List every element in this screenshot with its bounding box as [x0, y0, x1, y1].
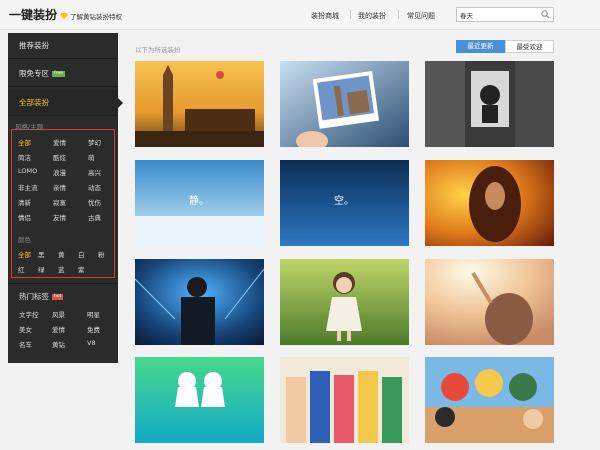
top-bar: 一键装扮 了解黄钻装扮特权 装扮商城 我的装扮 常见问题: [0, 0, 600, 30]
search-box: [456, 7, 554, 22]
search-icon[interactable]: [541, 10, 550, 19]
style-tag[interactable]: 全部: [18, 137, 31, 147]
style-tag[interactable]: 忧伤: [88, 197, 101, 207]
vip-link-label: 了解黄钻装扮特权: [70, 13, 122, 21]
style-tag[interactable]: 萌: [88, 152, 95, 162]
thumbnail-one-piece-crew[interactable]: [425, 357, 554, 443]
color-tag[interactable]: 紫: [78, 264, 85, 274]
doll-girl-image: [280, 259, 409, 345]
style-tag[interactable]: 高兴: [88, 167, 101, 177]
blue-sky-image: 静。: [135, 160, 264, 246]
hot-tag[interactable]: 明星: [87, 309, 100, 319]
style-tag[interactable]: 非主流: [18, 182, 38, 192]
poster-wall-image: [425, 61, 554, 147]
hot-badge: hot: [52, 294, 64, 300]
style-tag[interactable]: 简洁: [18, 152, 31, 162]
color-tag[interactable]: 黑: [38, 249, 45, 259]
style-tag[interactable]: 爱情: [53, 137, 66, 147]
deep-blue-image: 空。: [280, 160, 409, 246]
thumbnail-blue-sky-calm[interactable]: 静。: [135, 160, 264, 246]
thumbnail-blue-tech-man[interactable]: [135, 259, 264, 345]
hot-tag[interactable]: V8: [87, 339, 96, 347]
nav-mall[interactable]: 装扮商城: [311, 11, 339, 21]
active-pointer-icon: [118, 98, 123, 108]
free-badge: free: [52, 71, 65, 77]
sidebar-item-label: 推荐装扮: [19, 41, 49, 50]
empty-text: 空。: [334, 194, 354, 207]
thumbnail-fiery-woman[interactable]: [425, 160, 554, 246]
sidebar-item-label: 限免专区: [19, 69, 49, 78]
style-tag[interactable]: 古典: [88, 212, 101, 222]
hot-tags-label: 热门标签: [19, 292, 49, 301]
hot-tag[interactable]: 风景: [52, 309, 65, 319]
thumbnail-london-photo-in-hand[interactable]: [280, 61, 409, 147]
color-group-label: 颜色: [18, 236, 31, 244]
hot-tag[interactable]: 免费: [87, 324, 100, 334]
hot-tag[interactable]: 美女: [19, 324, 32, 334]
london-sunset-image: [135, 61, 264, 147]
sort-latest-button[interactable]: 最近更新: [456, 40, 505, 53]
sidebar-item-recommend[interactable]: 推荐装扮: [8, 33, 118, 59]
nav-my-decor[interactable]: 我的装扮: [358, 11, 386, 21]
calm-text: 静。: [189, 194, 209, 207]
teru-teru-image: [135, 357, 264, 443]
nav-divider: [350, 10, 351, 19]
hot-tag[interactable]: 黄钻: [52, 339, 65, 349]
hot-tag[interactable]: 爱情: [52, 324, 65, 334]
thumbnail-london-sunset[interactable]: [135, 61, 264, 147]
yellow-diamond-icon: [60, 13, 68, 19]
hot-tag[interactable]: 文字控: [19, 309, 39, 319]
blue-tech-image: [135, 259, 264, 345]
thumbnail-deep-blue-space[interactable]: 空。: [280, 160, 409, 246]
sidebar-item-free[interactable]: 限免专区 free: [8, 61, 118, 87]
london-photo-image: [280, 61, 409, 147]
style-tag[interactable]: LOMO: [18, 167, 37, 175]
sunlight-girl-image: [425, 259, 554, 345]
sidebar-item-all[interactable]: 全部装扮: [8, 90, 123, 116]
color-tag[interactable]: 红: [18, 264, 25, 274]
brand-title: 一键装扮: [9, 8, 58, 22]
thumbnail-poster-wall-man[interactable]: [425, 61, 554, 147]
hot-tag[interactable]: 名车: [19, 339, 32, 349]
nav-faq[interactable]: 常见问题: [407, 11, 435, 21]
thumbnail-sunlight-girl[interactable]: [425, 259, 554, 345]
style-tag[interactable]: 清新: [18, 197, 31, 207]
color-tag[interactable]: 全部: [18, 249, 31, 259]
sidebar-item-label: 全部装扮: [19, 98, 49, 107]
sort-popular-button[interactable]: 最受欢迎: [505, 40, 554, 53]
selection-hint: 以下为所选装扮: [135, 46, 181, 54]
style-tag[interactable]: 寂寞: [53, 197, 66, 207]
hot-tags-title: 热门标签 hot: [19, 291, 64, 302]
thumbnail-teru-teru-bozu[interactable]: [135, 357, 264, 443]
style-group-label: 风格/主题: [15, 123, 44, 131]
fiery-woman-image: [425, 160, 554, 246]
style-tag[interactable]: 情侣: [18, 212, 31, 222]
one-piece-image: [425, 357, 554, 443]
color-tag[interactable]: 绿: [38, 264, 45, 274]
style-tag[interactable]: 梦幻: [88, 137, 101, 147]
thumbnail-green-doll-girl[interactable]: [280, 259, 409, 345]
filter-panel: 风格/主题 全部 爱情 梦幻 简洁 酷炫 萌 LOMO 浪漫 高兴 非主流 亲情…: [11, 123, 115, 278]
style-tag[interactable]: 酷炫: [53, 152, 66, 162]
color-tag[interactable]: 蓝: [58, 264, 65, 274]
search-input[interactable]: [460, 10, 540, 20]
sailor-parody-image: [280, 357, 409, 443]
style-tag[interactable]: 亲情: [53, 182, 66, 192]
category-sidebar: 推荐装扮 限免专区 free 全部装扮 风格/主题 全部 爱情 梦幻 简洁 酷炫 …: [8, 33, 123, 363]
vip-privilege-link[interactable]: 了解黄钻装扮特权: [60, 11, 122, 21]
nav-divider: [398, 10, 399, 19]
style-tag[interactable]: 友情: [53, 212, 66, 222]
color-tag[interactable]: 黄: [58, 249, 65, 259]
style-tag[interactable]: 浪漫: [53, 167, 66, 177]
thumbnail-sailor-moon-parody[interactable]: [280, 357, 409, 443]
style-tag[interactable]: 动态: [88, 182, 101, 192]
color-tag[interactable]: 白: [78, 249, 85, 259]
color-tag[interactable]: 粉: [98, 249, 105, 259]
section-divider: [8, 283, 118, 284]
